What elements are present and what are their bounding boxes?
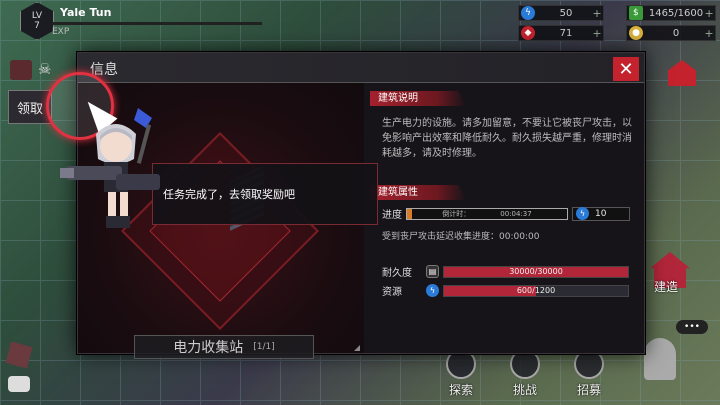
description-header: 建筑说明: [370, 91, 466, 106]
cash-value: 1465/1600: [648, 7, 704, 19]
coin-value: 0: [672, 27, 680, 39]
countdown-value: 00:04:37: [500, 209, 532, 218]
resource-value: 600/1200: [444, 286, 628, 296]
level-badge[interactable]: LV 7: [20, 2, 54, 40]
tooltip-text: 任务完成了，去领取奖励吧: [163, 188, 295, 201]
cash-icon: $: [629, 6, 643, 20]
tutorial-tooltip: 任务完成了，去领取奖励吧: [152, 163, 378, 225]
resource-max: 1200: [534, 286, 556, 295]
player-name: Yale Tun: [60, 6, 112, 19]
energy-resource[interactable]: ϟ 50 +: [518, 5, 604, 21]
countdown-label: 倒计时：: [442, 209, 471, 218]
challenge-label: 挑战: [512, 383, 537, 397]
station-count: [1/1]: [253, 342, 275, 352]
building-description: 生产电力的设施。请多加留意，不要让它被丧尸攻击，以免影响产出效率和降低耐久。耐久…: [382, 118, 632, 159]
station-name: 电力收集站: [173, 340, 244, 356]
energy-value: 50: [559, 7, 573, 19]
ruby-resource[interactable]: ◆ 71 +: [518, 25, 604, 41]
building-details-panel: 建筑说明 生产电力的设施。请多加留意，不要让它被丧尸攻击，以免影响产出效率和降低…: [370, 91, 642, 351]
ruby-icon: ◆: [521, 26, 535, 40]
explore-button[interactable]: 探索: [444, 348, 478, 398]
add-cash-icon[interactable]: +: [703, 7, 715, 20]
explore-label: 探索: [448, 383, 473, 397]
chat-bubble[interactable]: •••: [676, 320, 708, 334]
add-energy-icon[interactable]: +: [591, 7, 603, 20]
resize-corner-icon: [354, 345, 360, 351]
modal-header: 信息 ✕: [78, 53, 644, 83]
level-label: LV: [31, 11, 43, 21]
progress-label: 进度: [382, 210, 402, 221]
add-ruby-icon[interactable]: +: [591, 27, 603, 40]
resource-current: 600/: [516, 286, 535, 295]
exp-bar: [52, 22, 262, 25]
energy-icon: ϟ: [521, 6, 535, 20]
ruby-value: 71: [559, 27, 573, 39]
challenge-button[interactable]: 挑战: [508, 348, 542, 398]
progress-row: 进度 倒计时： 00:04:37 ϟ 10: [370, 206, 642, 221]
energy-cost-box: ϟ 10: [572, 206, 630, 221]
durability-value: 30000/30000: [509, 267, 563, 276]
helper-avatar[interactable]: [644, 338, 676, 380]
durability-icon: ▤: [426, 265, 439, 278]
durability-row: 耐久度 ▤ 30000/30000: [370, 264, 642, 279]
station-name-box: 电力收集站 [1/1]: [134, 335, 314, 359]
recruit-label: 招募: [576, 383, 601, 397]
coin-icon: ●: [629, 26, 643, 40]
exp-label: EXP: [52, 27, 70, 37]
skull-icon[interactable]: ☠: [38, 60, 56, 78]
resource-bar: 600/1200: [443, 284, 629, 297]
durability-bar: 30000/30000: [443, 265, 629, 278]
cash-resource[interactable]: $ 1465/1600 +: [626, 5, 716, 21]
mail-icon[interactable]: [10, 60, 32, 80]
energy-cost-icon: ϟ: [576, 207, 589, 220]
progress-text: 倒计时： 00:04:37: [407, 209, 567, 219]
level-value: 7: [34, 21, 40, 31]
energy-cost-value: 10: [595, 208, 607, 219]
guide-character-avatar: [60, 108, 160, 228]
resource-row: 资源 ϟ 600/1200: [370, 283, 642, 298]
coin-resource[interactable]: ● 0 +: [626, 25, 716, 41]
top-hud: LV 7 Yale Tun EXP ϟ 50 + $ 1465/1600 + ◆…: [0, 0, 720, 44]
attributes-header: 建筑属性: [370, 185, 466, 200]
resource-label: 资源: [382, 287, 402, 298]
close-button[interactable]: ✕: [613, 57, 639, 81]
progress-bar: 倒计时： 00:04:37: [406, 207, 568, 220]
chat-icon[interactable]: [8, 376, 30, 392]
delay-text: 受到丧尸攻击延迟收集进度：00:00:00: [382, 232, 540, 242]
durability-label: 耐久度: [382, 268, 412, 279]
resource-energy-icon: ϟ: [426, 284, 439, 297]
recruit-button[interactable]: 招募: [572, 348, 606, 398]
add-coin-icon[interactable]: +: [703, 27, 715, 40]
build-label: 建造: [654, 280, 679, 294]
